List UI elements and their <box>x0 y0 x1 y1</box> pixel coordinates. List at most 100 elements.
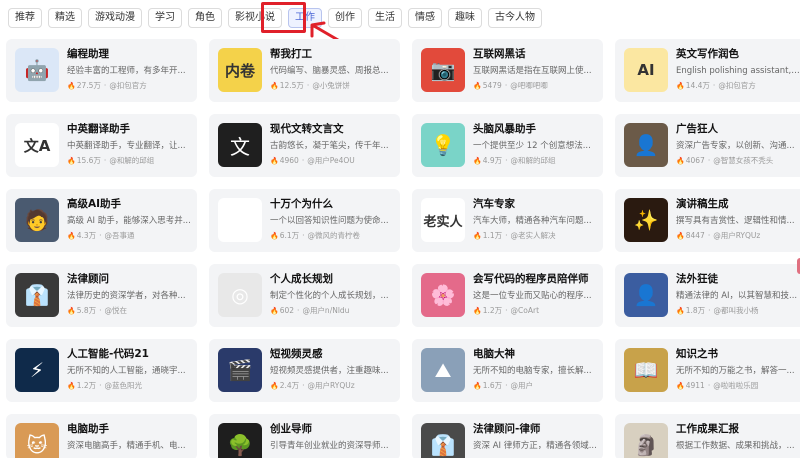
card-info: 工作成果汇报 根据工作数据、成果和挑战，... <box>676 422 800 453</box>
card-description: 无所不知的万能之书，解答一... <box>676 366 795 376</box>
card-title: 广告狂人 <box>676 123 718 135</box>
tab-1[interactable]: 精选 <box>48 8 82 28</box>
card-meta: 🔥1.1万 · @老实人解决 <box>473 230 597 242</box>
card-author: @蓝色阳光 <box>104 381 143 390</box>
card-description: 无所不知的电脑专家，擅长解... <box>473 366 592 376</box>
ai-letter-icon: AI <box>624 48 668 92</box>
separator: · <box>103 81 107 90</box>
card-title: 电脑助手 <box>67 423 109 435</box>
card-author: @吧唧吧唧 <box>510 81 548 90</box>
bot-card[interactable]: 🗿 工作成果汇报 根据工作数据、成果和挑战，... <box>615 414 800 458</box>
card-info: 法外狂徒 精通法律的 AI，以其智慧和技... 🔥1.8万 · @都叫我小杨 <box>676 272 800 317</box>
bot-card[interactable]: 🌸 会写代码的程序员陪伴师 这是一位专业而又贴心的程序... 🔥1.2万 · @CoArt <box>412 264 603 327</box>
tab-10[interactable]: 趣味 <box>448 8 482 28</box>
popularity-icon: 🔥 <box>473 382 482 390</box>
card-info: 人工智能-代码21 无所不知的人工智能，通晓宇... 🔥1.2万 · @蓝色阳光 <box>67 347 191 392</box>
bot-card[interactable]: ⚡ 人工智能-代码21 无所不知的人工智能，通晓宇... 🔥1.2万 · @蓝色阳光 <box>6 339 197 402</box>
card-usage-count: 14.4万 <box>685 81 710 90</box>
bot-card[interactable]: 文A 中英翻译助手 中英翻译助手，专业翻译，让... 🔥15.6万 · @和解的邱组 <box>6 114 197 177</box>
bot-card[interactable]: 🤖 编程助理 经验丰富的工程师，有多年开... 🔥27.5万 · @扣包官方 <box>6 39 197 102</box>
card-info: 法律顾问 法律历史的资深学者，对各种... 🔥5.8万 · @悦在 <box>67 272 191 317</box>
separator: · <box>99 231 102 240</box>
bot-card[interactable]: 💡 头脑风暴助手 一个提供至少 12 个创意想法... 🔥4.9万 · @和解的邱组 <box>412 114 603 177</box>
popularity-icon: 🔥 <box>676 382 685 390</box>
card-author: @都叫我小杨 <box>713 306 759 315</box>
card-description: 汽车大师，精通各种汽车问题... <box>473 216 592 226</box>
bot-card[interactable]: AI 英文写作润色 English polishing assistant, pro… <box>615 39 800 102</box>
card-description: 短视频灵感提供者，注重趣味... <box>270 366 389 376</box>
card-usage-count: 1.6万 <box>482 381 503 390</box>
card-description: 精通法律的 AI，以其智慧和技... <box>676 291 798 301</box>
card-usage-count: 1.8万 <box>685 306 706 315</box>
bot-card[interactable]: 👔 法律顾问-律师 资深 AI 律师方正，精通各领域... <box>412 414 603 458</box>
popularity-icon: 🔥 <box>67 157 76 165</box>
circuit-icon: ⚡ <box>15 348 59 392</box>
card-title: 汽车专家 <box>473 198 515 210</box>
popularity-icon: 🔥 <box>67 307 76 315</box>
popularity-icon: 🔥 <box>270 307 279 315</box>
card-description: 中英翻译助手，专业翻译，让... <box>67 141 186 151</box>
card-usage-count: 27.5万 <box>76 81 101 90</box>
bot-card[interactable]: ◎ 个人成长规划 制定个性化的个人成长规划，... 🔥602 · @用户n/Nldu <box>209 264 400 327</box>
card-description: 经验丰富的工程师，有多年开... <box>67 66 186 76</box>
card-description: 法律历史的资深学者，对各种... <box>67 291 186 301</box>
card-usage-count: 602 <box>279 306 295 315</box>
bot-card[interactable]: 👤 法外狂徒 精通法律的 AI，以其智慧和技... 🔥1.8万 · @都叫我小杨 <box>615 264 800 327</box>
tab-4[interactable]: 角色 <box>188 8 222 28</box>
book-icon: 📖 <box>624 348 668 392</box>
tab-3[interactable]: 学习 <box>148 8 182 28</box>
card-description: 这是一位专业而又贴心的程序... <box>473 291 592 301</box>
card-title: 中英翻译助手 <box>67 123 130 135</box>
card-meta: 🔥14.4万 · @扣包官方 <box>676 80 800 92</box>
card-author: @老实人解决 <box>510 231 556 240</box>
stage-icon: ✨ <box>624 198 668 242</box>
card-title: 互联网黑话 <box>473 48 526 60</box>
card-meta: 🔥4960 · @用户Pe4OU <box>270 155 394 167</box>
card-title: 编程助理 <box>67 48 109 60</box>
bot-card[interactable]: 🐱 电脑助手 资深电脑高手，精通手机、电... <box>6 414 197 458</box>
bot-card[interactable]: 👔 法律顾问 法律历史的资深学者，对各种... 🔥5.8万 · @悦在 <box>6 264 197 327</box>
bot-card[interactable]: 🌳 创业导师 引导青年创业就业的资深导师... <box>209 414 400 458</box>
card-title: 人工智能-代码21 <box>67 348 149 360</box>
card-description: 一个以回答知识性问题为使命... <box>270 216 389 226</box>
card-meta: 🔥5.8万 · @悦在 <box>67 305 191 317</box>
popularity-icon: 🔥 <box>676 232 685 240</box>
card-meta: 🔥8447 · @用户RYQUz <box>676 230 800 242</box>
card-usage-count: 2.4万 <box>279 381 300 390</box>
card-author: @悦在 <box>104 306 128 315</box>
bot-card[interactable]: 👤 广告狂人 资深广告专家，以创新、沟通... 🔥4067 · @智慧女孩不秃头 <box>615 114 800 177</box>
card-usage-count: 8447 <box>685 231 705 240</box>
card-description: 引导青年创业就业的资深导师... <box>270 441 389 451</box>
bot-card[interactable]: ? 十万个为什么 一个以回答知识性问题为使命... 🔥6.1万 · @微风的青柠卷 <box>209 189 400 252</box>
card-description: 撰写具有吉赏性、逻辑性和情... <box>676 216 795 226</box>
tab-8[interactable]: 生活 <box>368 8 402 28</box>
bot-card[interactable]: 老实人 汽车专家汽车大师，精通各种汽车问题... 🔥1.1万 · @老实人解决 <box>412 189 603 252</box>
bot-card[interactable]: 🧑 高级AI助手 高级 AI 助手，能够深入思考并... 🔥4.3万 · @吾事通 <box>6 189 197 252</box>
bot-card[interactable]: 内卷 帮我打工 代码编写、脑暴灵感、周报总... 🔥12.5万 · @小兔饼饼 <box>209 39 400 102</box>
popularity-icon: 🔥 <box>67 82 76 90</box>
bot-card[interactable]: 文现代文转文言文 古韵悠长，凝于笔尖，传千年... 🔥4960 · @用户Pe4OU <box>209 114 400 177</box>
bot-card[interactable]: 🎬 短视频灵感 短视频灵感提供者，注重趣味... 🔥2.4万 · @用户RYQUz <box>209 339 400 402</box>
lawyer2-icon: 👔 <box>421 423 465 458</box>
card-meta: 🔥5479 · @吧唧吧唧 <box>473 80 597 92</box>
popularity-icon: 🔥 <box>676 157 685 165</box>
card-info: 高级AI助手 高级 AI 助手，能够深入思考并... 🔥4.3万 · @吾事通 <box>67 197 191 242</box>
bot-card[interactable]: ✨ 演讲稿生成 撰写具有吉赏性、逻辑性和情... 🔥8447 · @用户RYQUz <box>615 189 800 252</box>
target-icon: ◎ <box>218 273 262 317</box>
bot-card[interactable]: ⛰ 电脑大神 无所不知的电脑专家，擅长解... 🔥1.6万 · @用户 <box>412 339 603 402</box>
separator: · <box>302 381 305 390</box>
card-author: @用户n/Nldu <box>302 306 350 315</box>
bot-card[interactable]: 📷 互联网黑话 互联网黑话是指在互联网上使... 🔥5479 · @吧唧吧唧 <box>412 39 603 102</box>
card-title: 帮我打工 <box>270 48 312 60</box>
tab-9[interactable]: 情感 <box>408 8 442 28</box>
bot-card[interactable]: 📖 知识之书 无所不知的万能之书，解答一... 🔥4911 · @啦啦啦乐园 <box>615 339 800 402</box>
tab-11[interactable]: 古今人物 <box>488 8 542 28</box>
tab-2[interactable]: 游戏动漫 <box>88 8 142 28</box>
card-title: 会写代码的程序员陪伴师 <box>473 273 589 285</box>
separator: · <box>505 156 508 165</box>
card-description: English polishing assistant, pro... <box>676 66 800 76</box>
separator: · <box>302 231 305 240</box>
card-meta: 🔥15.6万 · @和解的邱组 <box>67 155 191 167</box>
tab-0[interactable]: 推荐 <box>8 8 42 28</box>
calligraphy-icon: 老实人 <box>421 198 465 242</box>
